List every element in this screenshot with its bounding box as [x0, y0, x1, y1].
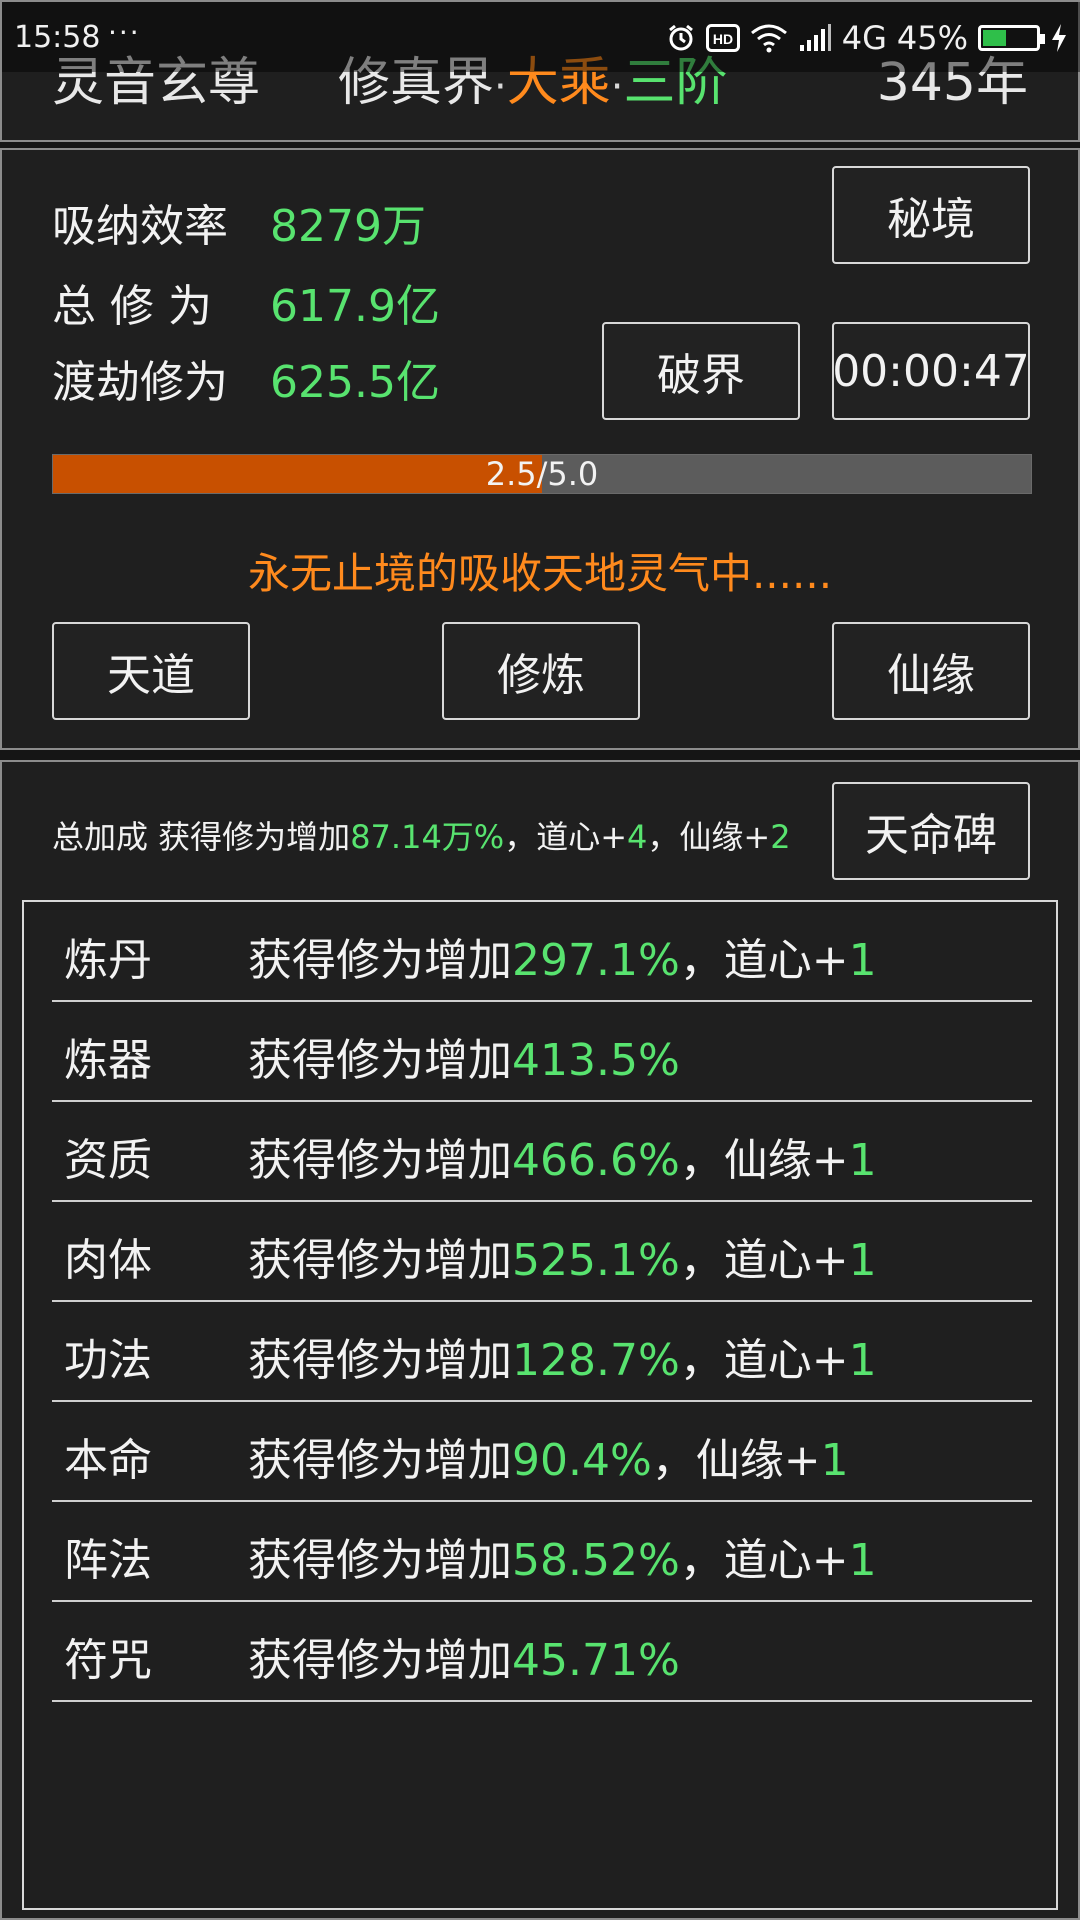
bonus-extra-value: 1 [848, 1535, 877, 1586]
bonus-text: 获得修为增加 [248, 1035, 512, 1086]
bonus-desc: 获得修为增加128.7%，道心+1 [248, 1324, 877, 1388]
bonus-panel: 总加成 获得修为增加87.14万%，道心+4，仙缘+2 天命碑 炼丹 获得修为增… [0, 760, 1080, 1920]
bonus-percent: 58.52% [512, 1535, 680, 1586]
network-type: 4G [841, 19, 887, 57]
stat-absorb-label: 吸纳效率 [52, 201, 228, 252]
bonus-desc: 获得修为增加58.52%，道心+1 [248, 1524, 877, 1588]
bonus-text: 获得修为增加 [248, 935, 512, 986]
cultivation-progress-bar: 2.5/5.0 [52, 454, 1032, 494]
bonus-summary-dao-label: ，道心+ [504, 818, 628, 856]
bonus-summary-dao-value: 4 [627, 818, 648, 856]
heaven-dao-button[interactable]: 天道 [52, 622, 250, 720]
bonus-name: 本命 [64, 1435, 152, 1486]
timer-button[interactable]: 00:00:47 [832, 322, 1030, 420]
bonus-name: 功法 [64, 1335, 152, 1386]
bonus-name: 炼器 [64, 1035, 152, 1086]
alarm-icon [666, 23, 696, 53]
wifi-icon [750, 23, 788, 53]
stat-tribulation-label: 渡劫修为 [52, 357, 228, 408]
stat-absorb: 吸纳效率 8279万 [52, 190, 426, 254]
bonus-percent: 45.71% [512, 1635, 680, 1686]
bonus-text: 获得修为增加 [248, 1335, 512, 1386]
stat-total-label: 总 修 为 [52, 281, 212, 332]
progress-label: 2.5/5.0 [485, 455, 599, 493]
list-item: 功法 获得修为增加128.7%，道心+1 [52, 1302, 1032, 1402]
bonus-summary-fate-value: 2 [770, 818, 791, 856]
bonus-desc: 获得修为增加525.1%，道心+1 [248, 1224, 877, 1288]
list-item: 资质 获得修为增加466.6%，仙缘+1 [52, 1102, 1032, 1202]
bonus-summary-percent: 87.14万% [350, 818, 505, 856]
bonus-text: 获得修为增加 [248, 1235, 512, 1286]
charging-icon [1050, 23, 1068, 53]
hd-icon: HD [705, 24, 740, 52]
system-status-bar: 15:58 ··· HD 4G 45% [2, 2, 1080, 72]
status-icons: HD 4G 45% [666, 16, 1068, 60]
list-item: 肉体 获得修为增加525.1%，道心+1 [52, 1202, 1032, 1302]
bonus-percent: 413.5% [512, 1035, 680, 1086]
notification-dots: ··· [108, 16, 141, 49]
status-message: 永无止境的吸收天地灵气中...... [247, 549, 833, 598]
bonus-extra-value: 1 [848, 1135, 877, 1186]
bonus-extra-label: ，道心+ [679, 1235, 849, 1286]
bonus-desc: 获得修为增加90.4%，仙缘+1 [248, 1424, 849, 1488]
bonus-percent: 90.4% [512, 1435, 652, 1486]
bonus-name: 肉体 [64, 1235, 152, 1286]
list-item: 炼器 获得修为增加413.5% [52, 1002, 1032, 1102]
bonus-desc: 获得修为增加466.6%，仙缘+1 [248, 1124, 877, 1188]
bonus-summary: 总加成 获得修为增加87.14万%，道心+4，仙缘+2 [52, 812, 791, 858]
bonus-text: 获得修为增加 [248, 1135, 512, 1186]
bonus-name: 符咒 [64, 1635, 152, 1686]
bonus-extra-label: ，道心+ [679, 935, 849, 986]
bonus-extra-label: ，仙缘+ [679, 1135, 849, 1186]
stat-tribulation-value: 625.5亿 [270, 357, 440, 408]
stat-absorb-value: 8279万 [270, 201, 426, 252]
bonus-summary-fate-label: ，仙缘+ [647, 818, 771, 856]
bonus-name: 阵法 [64, 1535, 152, 1586]
list-item: 炼丹 获得修为增加297.1%，道心+1 [52, 902, 1032, 1002]
breakthrough-button[interactable]: 破界 [602, 322, 800, 420]
bonus-list: 炼丹 获得修为增加297.1%，道心+1 炼器 获得修为增加413.5% 资质 … [22, 900, 1058, 1910]
list-item: 阵法 获得修为增加58.52%，道心+1 [52, 1502, 1032, 1602]
cultivate-button[interactable]: 修炼 [442, 622, 640, 720]
bonus-percent: 128.7% [512, 1335, 680, 1386]
bonus-extra-value: 1 [848, 1235, 877, 1286]
top-header: 灵音玄尊 修真界·大乘·三阶 345年 15:58 ··· HD 4G 45% [0, 0, 1080, 142]
bonus-name: 炼丹 [64, 935, 152, 986]
bonus-percent: 525.1% [512, 1235, 680, 1286]
battery-icon [978, 25, 1045, 51]
bonus-extra-value: 1 [820, 1435, 849, 1486]
immortal-fate-button[interactable]: 仙缘 [832, 622, 1030, 720]
signal-icon [798, 23, 832, 53]
bonus-percent: 466.6% [512, 1135, 680, 1186]
stat-total-value: 617.9亿 [270, 281, 440, 332]
stat-total: 总 修 为 617.9亿 [52, 270, 440, 334]
bonus-text: 获得修为增加 [248, 1535, 512, 1586]
bonus-summary-prefix: 总加成 获得修为增加 [52, 818, 351, 856]
battery-level [983, 30, 1007, 46]
stat-tribulation: 渡劫修为 625.5亿 [52, 346, 440, 410]
status-time: 15:58 [14, 20, 101, 55]
secret-realm-button[interactable]: 秘境 [832, 166, 1030, 264]
bonus-extra-label: ，道心+ [679, 1335, 849, 1386]
bonus-text: 获得修为增加 [248, 1435, 512, 1486]
bonus-percent: 297.1% [512, 935, 680, 986]
bonus-name: 资质 [64, 1135, 152, 1186]
bonus-text: 获得修为增加 [248, 1635, 512, 1686]
cultivation-panel: 吸纳效率 8279万 总 修 为 617.9亿 渡劫修为 625.5亿 秘境 破界 0… [0, 148, 1080, 750]
destiny-stele-button[interactable]: 天命碑 [832, 782, 1030, 880]
bonus-extra-label: ，仙缘+ [651, 1435, 821, 1486]
battery-percent: 45% [896, 19, 968, 57]
list-item: 本命 获得修为增加90.4%，仙缘+1 [52, 1402, 1032, 1502]
bonus-extra-value: 1 [848, 1335, 877, 1386]
svg-text:HD: HD [713, 31, 733, 47]
list-item: 符咒 获得修为增加45.71% [52, 1602, 1032, 1702]
bonus-desc: 获得修为增加45.71% [248, 1624, 680, 1688]
bonus-desc: 获得修为增加413.5% [248, 1024, 680, 1088]
bonus-extra-label: ，道心+ [679, 1535, 849, 1586]
bonus-extra-value: 1 [848, 935, 877, 986]
bonus-desc: 获得修为增加297.1%，道心+1 [248, 924, 877, 988]
